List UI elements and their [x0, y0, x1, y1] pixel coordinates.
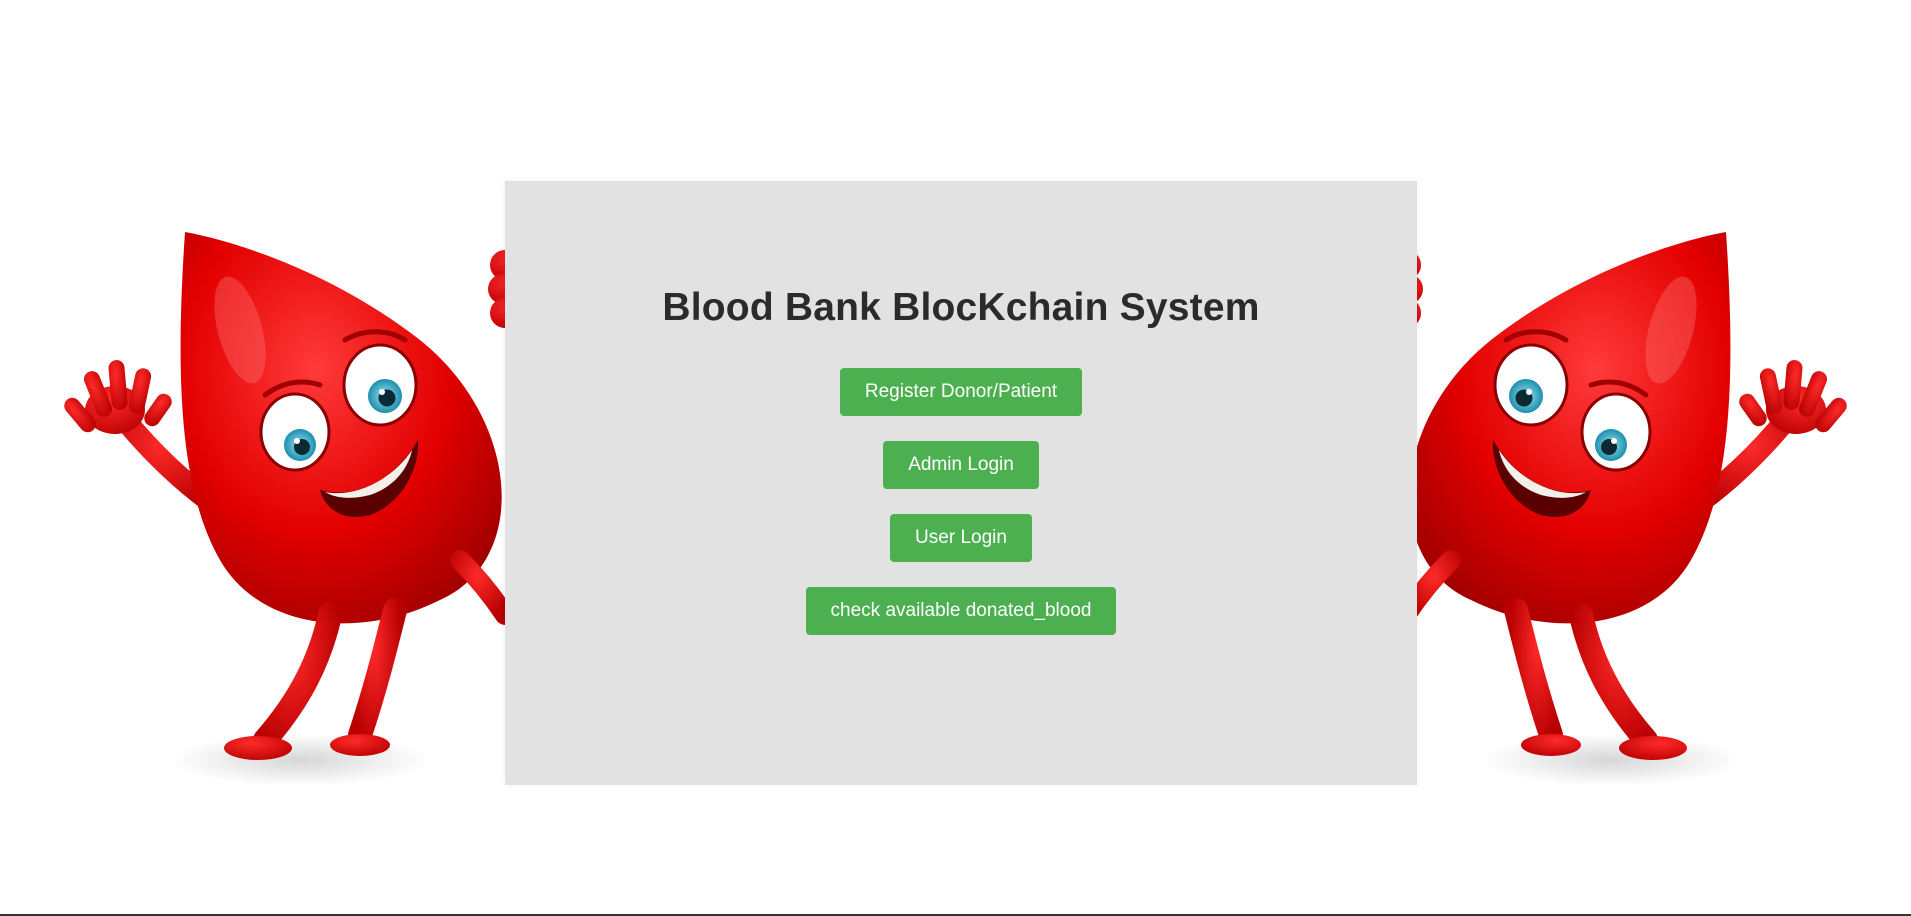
check-available-donated-blood-button[interactable]: check available donated_blood — [805, 587, 1117, 635]
right-mascot-icon — [1359, 232, 1850, 786]
page: Blood Bank BlocKchain System Register Do… — [0, 0, 1911, 916]
admin-login-button[interactable]: Admin Login — [883, 441, 1039, 489]
action-buttons: Register Donor/Patient Admin Login User … — [805, 368, 1117, 635]
user-login-button[interactable]: User Login — [890, 514, 1032, 562]
register-donor-patient-button[interactable]: Register Donor/Patient — [839, 368, 1083, 416]
main-panel: Blood Bank BlocKchain System Register Do… — [505, 181, 1417, 785]
page-title: Blood Bank BlocKchain System — [662, 286, 1260, 329]
left-mascot-icon — [61, 232, 552, 786]
